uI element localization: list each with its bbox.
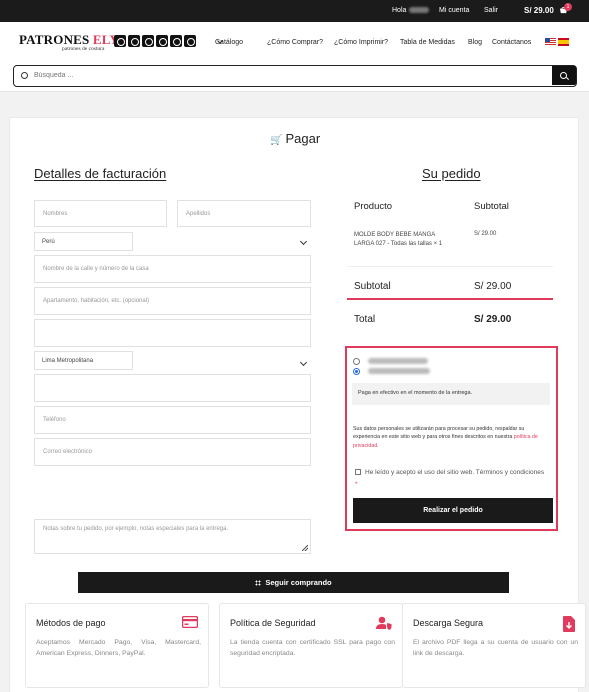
region-select[interactable]: Lima Metropolitana xyxy=(34,351,311,371)
nav-como-comprar[interactable]: ¿Cómo Comprar? xyxy=(267,39,323,46)
order-item-name: MOLDE BODY BEBE MANGA LARGA 027 - Todas … xyxy=(354,232,443,247)
order-item-price: S/ 29.00 xyxy=(474,231,497,237)
info-card-text: Aceptamos Mercado Pago, Visa, Mastercard… xyxy=(36,639,201,657)
place-order-button[interactable]: Realizar el pedido xyxy=(353,498,553,523)
cart-count-badge: 1 xyxy=(564,3,572,11)
order-notes-textarea[interactable]: Notas sobre tu pedido, por ejemplo, nota… xyxy=(34,519,311,554)
subtotal-label: Subtotal xyxy=(354,281,391,292)
info-card-security: Política de Seguridad La tienda cuenta c… xyxy=(219,603,403,688)
blurred-payment-label xyxy=(368,368,430,374)
continue-shopping-button[interactable]: Seguir comprando xyxy=(78,572,509,593)
search-button[interactable] xyxy=(552,66,576,85)
info-card-payment-methods: Métodos de pago Aceptamos Mercado Pago, … xyxy=(25,603,209,688)
credit-card-icon xyxy=(182,616,198,628)
total-label: Total xyxy=(354,314,376,325)
payment-radio-2[interactable] xyxy=(353,368,360,375)
chevron-down-icon xyxy=(299,358,308,367)
facebook-icon[interactable] xyxy=(128,35,140,47)
country-value: Perú xyxy=(34,232,133,251)
top-bar: Hola Mi cuenta Salir S/ 29.00 1 xyxy=(0,0,589,22)
search-bar xyxy=(13,65,577,87)
nav-blog[interactable]: Blog xyxy=(468,39,482,46)
page-title: 🛒 Pagar xyxy=(270,131,321,146)
country-select[interactable]: Perú xyxy=(34,232,311,252)
street-field[interactable]: Nombre de la calle y número de la casa xyxy=(34,255,311,283)
city-field[interactable] xyxy=(34,319,311,347)
subtotal-value: S/ 29.00 xyxy=(474,281,512,292)
info-card-text: El archivo PDF llega a su cuenta de usua… xyxy=(413,639,578,657)
resize-handle-icon[interactable] xyxy=(302,545,308,551)
email-icon[interactable] xyxy=(184,35,196,47)
info-card-title: Descarga Segura xyxy=(413,618,484,628)
divider-accent xyxy=(347,298,553,300)
terms-label: He leído y acepto el uso del sitio web. … xyxy=(355,469,545,489)
logo-tagline: patrones de costura xyxy=(62,46,105,52)
col-product: Producto xyxy=(354,201,393,212)
search-input[interactable] xyxy=(34,69,534,82)
my-account-link[interactable]: Mi cuenta xyxy=(439,7,469,14)
logout-link[interactable]: Salir xyxy=(484,7,498,14)
blurred-payment-label xyxy=(368,358,428,364)
chevron-down-icon xyxy=(299,237,308,246)
us-flag-icon[interactable] xyxy=(545,38,556,46)
first-name-field[interactable]: Nombres xyxy=(34,200,167,227)
info-card-text: La tienda cuenta con certificado SSL par… xyxy=(230,639,395,657)
order-notes-placeholder: Notas sobre tu pedido, por ejemplo, nota… xyxy=(43,526,229,532)
info-card-title: Métodos de pago xyxy=(36,618,106,628)
es-flag-icon[interactable] xyxy=(558,38,569,46)
billing-title: Detalles de facturación xyxy=(34,166,167,181)
postcode-field[interactable] xyxy=(34,374,311,402)
youtube-icon[interactable] xyxy=(156,35,168,47)
region-value: Lima Metropolitana xyxy=(34,351,133,370)
instagram-icon[interactable] xyxy=(142,35,154,47)
site-logo[interactable]: PATRONES ELY patrones de costura xyxy=(19,31,119,52)
greeting: Hola xyxy=(392,7,430,14)
nav-como-imprimir[interactable]: ¿Cómo Imprimir? xyxy=(334,39,388,46)
blurred-username xyxy=(409,7,430,14)
order-title: Su pedido xyxy=(422,166,481,181)
grid-icon xyxy=(255,579,262,586)
file-download-icon xyxy=(563,616,575,632)
search-icon xyxy=(21,72,28,79)
payment-method-description: Paga en efectivo en el momento de la ent… xyxy=(352,383,550,405)
cart-total[interactable]: S/ 29.00 xyxy=(524,6,554,15)
info-card-secure-download: Descarga Segura El archivo PDF llega a s… xyxy=(402,603,586,688)
nav-contactanos[interactable]: Contáctanos xyxy=(492,39,531,46)
apartment-field[interactable]: Apartamento, habitación, etc. (opcional) xyxy=(34,287,311,315)
total-value: S/ 29.00 xyxy=(474,314,512,325)
user-shield-icon xyxy=(376,616,392,630)
nav-tabla-medidas[interactable]: Tabla de Medidas xyxy=(400,39,455,46)
whatsapp-icon[interactable] xyxy=(114,35,126,47)
privacy-notice: Sus datos personales se utilizarán para … xyxy=(353,426,538,449)
phone-field[interactable]: Teléfono xyxy=(34,406,311,434)
info-card-title: Política de Seguridad xyxy=(230,618,316,628)
last-name-field[interactable]: Apellidos xyxy=(177,200,311,227)
divider xyxy=(347,266,553,267)
social-links xyxy=(114,35,196,47)
email-field[interactable]: Correo electrónico xyxy=(34,438,311,466)
tiktok-icon[interactable] xyxy=(170,35,182,47)
cart-icon: 🛒 xyxy=(270,135,283,146)
col-subtotal: Subtotal xyxy=(474,201,509,212)
site-header: PATRONES ELY patrones de costura Catálog… xyxy=(0,22,589,92)
payment-radio-1[interactable] xyxy=(353,358,360,365)
